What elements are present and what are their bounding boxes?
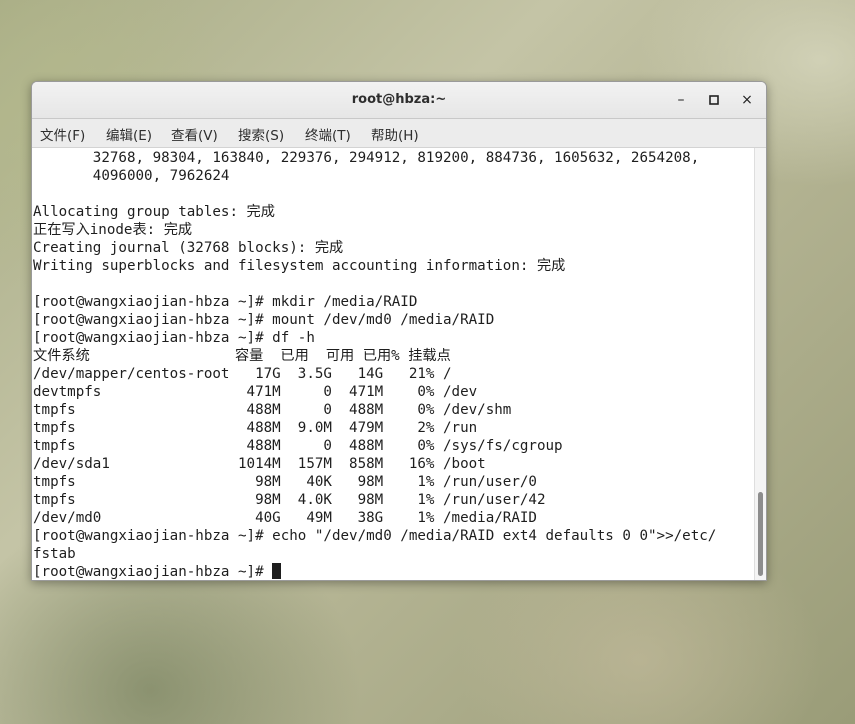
title-bar[interactable]: root@hbza:~ – × [32, 82, 766, 119]
terminal-line: 4096000, 7962624 [33, 168, 230, 184]
terminal-line: Creating journal (32768 blocks): 完成 [33, 240, 344, 256]
terminal-line: tmpfs 488M 0 488M 0% /sys/fs/cgroup [33, 438, 563, 454]
terminal-line: /dev/mapper/centos-root 17G 3.5G 14G 21%… [33, 366, 452, 382]
terminal-line: 正在写入inode表: 完成 [33, 222, 193, 238]
terminal-line: 文件系统 容量 已用 可用 已用% 挂载点 [33, 348, 451, 364]
terminal-line: tmpfs 488M 0 488M 0% /dev/shm [33, 402, 512, 418]
terminal-window: root@hbza:~ – × 文件(F) 编辑(E) 查看(V) 搜索(S) … [31, 81, 767, 581]
terminal-line: tmpfs 488M 9.0M 479M 2% /run [33, 420, 478, 436]
terminal-line: tmpfs 98M 40K 98M 1% /run/user/0 [33, 474, 537, 490]
menu-view[interactable]: 查看(V) [171, 124, 218, 144]
terminal-line: /dev/md0 40G 49M 38G 1% /media/RAID [33, 510, 537, 526]
terminal-line: Allocating group tables: 完成 [33, 204, 275, 220]
terminal-line: [root@wangxiaojian-hbza ~]# mount /dev/m… [33, 312, 495, 328]
minimize-icon[interactable]: – [672, 91, 690, 109]
terminal-prompt: [root@wangxiaojian-hbza ~]# [33, 564, 273, 580]
maximize-icon[interactable] [705, 91, 723, 109]
terminal-scrollbar[interactable] [754, 148, 766, 580]
close-icon[interactable]: × [738, 91, 756, 109]
terminal-prompt-line: [root@wangxiaojian-hbza ~]# [33, 563, 282, 580]
maximize-square-icon [709, 95, 719, 105]
terminal-line: fstab [33, 546, 76, 562]
terminal-line: devtmpfs 471M 0 471M 0% /dev [33, 384, 478, 400]
menu-terminal[interactable]: 终端(T) [305, 124, 351, 144]
terminal-line: /dev/sda1 1014M 157M 858M 16% /boot [33, 456, 486, 472]
terminal-line: Writing superblocks and filesystem accou… [33, 258, 566, 274]
text-cursor [272, 563, 282, 579]
terminal-line: 32768, 98304, 163840, 229376, 294912, 81… [33, 150, 700, 166]
scrollbar-thumb[interactable] [758, 492, 763, 576]
terminal-output[interactable]: 32768, 98304, 163840, 229376, 294912, 81… [32, 148, 754, 580]
terminal-line: [root@wangxiaojian-hbza ~]# df -h [33, 330, 315, 346]
window-title: root@hbza:~ [351, 92, 447, 107]
terminal-line: tmpfs 98M 4.0K 98M 1% /run/user/42 [33, 492, 546, 508]
menu-file[interactable]: 文件(F) [40, 124, 85, 144]
menu-help[interactable]: 帮助(H) [371, 124, 419, 144]
menu-bar: 文件(F) 编辑(E) 查看(V) 搜索(S) 终端(T) 帮助(H) [32, 119, 766, 148]
menu-search[interactable]: 搜索(S) [238, 124, 284, 144]
terminal-line: [root@wangxiaojian-hbza ~]# mkdir /media… [33, 294, 418, 310]
menu-edit[interactable]: 编辑(E) [106, 124, 152, 144]
terminal-line: [root@wangxiaojian-hbza ~]# echo "/dev/m… [33, 528, 717, 544]
